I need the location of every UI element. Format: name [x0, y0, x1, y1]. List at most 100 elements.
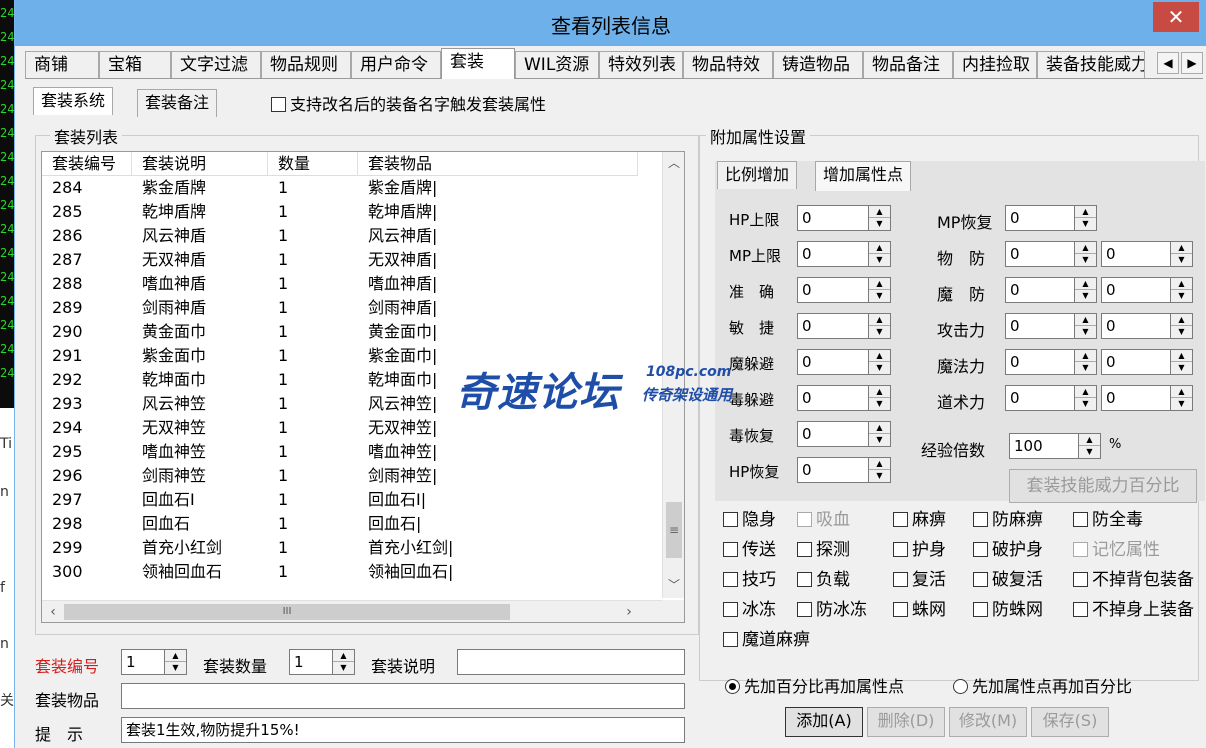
- suit-items-input[interactable]: [121, 683, 685, 709]
- horizontal-scroll-thumb[interactable]: III: [64, 604, 510, 620]
- attr-left-3-input[interactable]: 0: [797, 313, 869, 339]
- save-button[interactable]: 保存(S): [1031, 707, 1109, 737]
- tab-8[interactable]: 物品特效: [683, 51, 773, 78]
- table-row[interactable]: 287 无双神盾 1 无双神盾|: [42, 248, 638, 272]
- tab-2[interactable]: 文字过滤: [171, 51, 261, 78]
- column-header-id[interactable]: 套装编号: [42, 152, 132, 176]
- attr-left-0-spinner[interactable]: ▲ ▼: [869, 205, 891, 231]
- tab-0[interactable]: 商铺: [25, 51, 99, 78]
- flag-checkbox[interactable]: 探测: [797, 535, 850, 560]
- attr-left-0-input[interactable]: 0: [797, 205, 869, 231]
- attr-right-2-input[interactable]: 0: [1005, 277, 1075, 303]
- order-option-percent-first[interactable]: 先加百分比再加属性点: [725, 673, 904, 697]
- flag-checkbox[interactable]: 隐身: [723, 505, 776, 530]
- attr-right-3-spinner[interactable]: ▲ ▼: [1075, 313, 1097, 339]
- attr-right2-5-spinner[interactable]: ▲ ▼: [1171, 385, 1193, 411]
- table-row[interactable]: 288 嗜血神盾 1 嗜血神盾|: [42, 272, 638, 296]
- tab-11[interactable]: 内挂捡取: [953, 51, 1037, 78]
- tab-5[interactable]: 套装: [441, 48, 515, 79]
- attr-left-7-input[interactable]: 0: [797, 457, 869, 483]
- flag-checkbox[interactable]: 防麻痹: [973, 505, 1043, 530]
- scroll-up-icon[interactable]: ︿: [663, 152, 684, 174]
- flag-checkbox[interactable]: 魔道麻痹: [723, 625, 810, 650]
- modify-button[interactable]: 修改(M): [949, 707, 1027, 737]
- table-row[interactable]: 298 回血石 1 回血石|: [42, 512, 638, 536]
- title-bar[interactable]: 查看列表信息 ✕: [15, 0, 1206, 46]
- vertical-scroll-thumb[interactable]: ≡: [666, 502, 682, 558]
- close-button[interactable]: ✕: [1153, 2, 1199, 32]
- flag-checkbox[interactable]: 破护身: [973, 535, 1043, 560]
- order-option-points-first[interactable]: 先加属性点再加百分比: [953, 673, 1132, 697]
- tab-scroll-right-icon[interactable]: ▶: [1181, 52, 1203, 74]
- mode-tab-points[interactable]: 增加属性点: [815, 161, 912, 191]
- tab-9[interactable]: 铸造物品: [773, 51, 863, 78]
- attr-right2-2-input[interactable]: 0: [1101, 277, 1171, 303]
- attr-right-3-input[interactable]: 0: [1005, 313, 1075, 339]
- flag-checkbox[interactable]: 护身: [893, 535, 946, 560]
- table-row[interactable]: 285 乾坤盾牌 1 乾坤盾牌|: [42, 200, 638, 224]
- attr-left-6-input[interactable]: 0: [797, 421, 869, 447]
- add-button[interactable]: 添加(A): [785, 707, 863, 737]
- table-row[interactable]: 284 紫金盾牌 1 紫金盾牌|: [42, 176, 638, 200]
- subtab-suit-system[interactable]: 套装系统: [33, 87, 114, 115]
- hint-input[interactable]: 套装1生效,物防提升15%!: [121, 717, 685, 743]
- flag-checkbox[interactable]: 传送: [723, 535, 776, 560]
- attr-left-2-input[interactable]: 0: [797, 277, 869, 303]
- support-rename-checkbox[interactable]: 支持改名后的装备名字触发套装属性: [271, 91, 546, 115]
- flag-checkbox[interactable]: 记忆属性: [1073, 535, 1160, 560]
- attr-left-1-spinner[interactable]: ▲ ▼: [869, 241, 891, 267]
- attr-left-6-spinner[interactable]: ▲ ▼: [869, 421, 891, 447]
- table-row[interactable]: 286 风云神盾 1 风云神盾|: [42, 224, 638, 248]
- tab-10[interactable]: 物品备注: [863, 51, 953, 78]
- column-header-count[interactable]: 数量: [268, 152, 358, 176]
- flag-checkbox[interactable]: 负载: [797, 565, 850, 590]
- attr-right-5-input[interactable]: 0: [1005, 385, 1075, 411]
- listview-horizontal-scrollbar[interactable]: ‹ III ›: [42, 600, 662, 622]
- attr-left-7-spinner[interactable]: ▲ ▼: [869, 457, 891, 483]
- attr-right-2-spinner[interactable]: ▲ ▼: [1075, 277, 1097, 303]
- flag-checkbox[interactable]: 防冰冻: [797, 595, 867, 620]
- delete-button[interactable]: 删除(D): [867, 707, 945, 737]
- suit-no-spinner[interactable]: ▲ ▼: [165, 649, 187, 675]
- flag-checkbox[interactable]: 麻痹: [893, 505, 946, 530]
- attr-left-3-spinner[interactable]: ▲ ▼: [869, 313, 891, 339]
- attr-left-2-spinner[interactable]: ▲ ▼: [869, 277, 891, 303]
- attr-right-4-spinner[interactable]: ▲ ▼: [1075, 349, 1097, 375]
- attr-right-1-input[interactable]: 0: [1005, 241, 1075, 267]
- flag-checkbox[interactable]: 不掉背包装备: [1073, 565, 1194, 590]
- tab-7[interactable]: 特效列表: [599, 51, 683, 78]
- attr-right-4-input[interactable]: 0: [1005, 349, 1075, 375]
- scroll-down-icon[interactable]: ﹀: [663, 574, 684, 596]
- attr-right2-2-spinner[interactable]: ▲ ▼: [1171, 277, 1193, 303]
- attr-right2-4-input[interactable]: 0: [1101, 349, 1171, 375]
- flag-checkbox[interactable]: 复活: [893, 565, 946, 590]
- table-row[interactable]: 296 剑雨神笠 1 剑雨神笠|: [42, 464, 638, 488]
- flag-checkbox[interactable]: 防全毒: [1073, 505, 1143, 530]
- table-row[interactable]: 300 领袖回血石 1 领袖回血石|: [42, 560, 638, 584]
- exp-multiplier-spinner[interactable]: ▲ ▼: [1079, 433, 1101, 459]
- scroll-left-icon[interactable]: ‹: [42, 601, 64, 622]
- table-row[interactable]: 290 黄金面巾 1 黄金面巾|: [42, 320, 638, 344]
- flag-checkbox[interactable]: 技巧: [723, 565, 776, 590]
- flag-checkbox[interactable]: 不掉身上装备: [1073, 595, 1194, 620]
- subtab-suit-notes[interactable]: 套装备注: [137, 89, 218, 117]
- suit-count-spinner[interactable]: ▲ ▼: [333, 649, 355, 675]
- attr-left-4-input[interactable]: 0: [797, 349, 869, 375]
- tab-12[interactable]: 装备技能威力: [1037, 51, 1145, 78]
- table-row[interactable]: 289 剑雨神盾 1 剑雨神盾|: [42, 296, 638, 320]
- flag-checkbox[interactable]: 冰冻: [723, 595, 776, 620]
- attr-right2-3-input[interactable]: 0: [1101, 313, 1171, 339]
- attr-left-5-input[interactable]: 0: [797, 385, 869, 411]
- column-header-items[interactable]: 套装物品: [358, 152, 638, 176]
- flag-checkbox[interactable]: 吸血: [797, 505, 850, 530]
- attr-right2-1-spinner[interactable]: ▲ ▼: [1171, 241, 1193, 267]
- attr-right-0-input[interactable]: 0: [1005, 205, 1075, 231]
- attr-right2-1-input[interactable]: 0: [1101, 241, 1171, 267]
- table-row[interactable]: 294 无双神笠 1 无双神笠|: [42, 416, 638, 440]
- tab-3[interactable]: 物品规则: [261, 51, 351, 78]
- table-row[interactable]: 297 回血石I 1 回血石I|: [42, 488, 638, 512]
- suit-skill-percent-button[interactable]: 套装技能威力百分比: [1009, 469, 1197, 503]
- flag-checkbox[interactable]: 蛛网: [893, 595, 946, 620]
- flag-checkbox[interactable]: 破复活: [973, 565, 1043, 590]
- attr-right-5-spinner[interactable]: ▲ ▼: [1075, 385, 1097, 411]
